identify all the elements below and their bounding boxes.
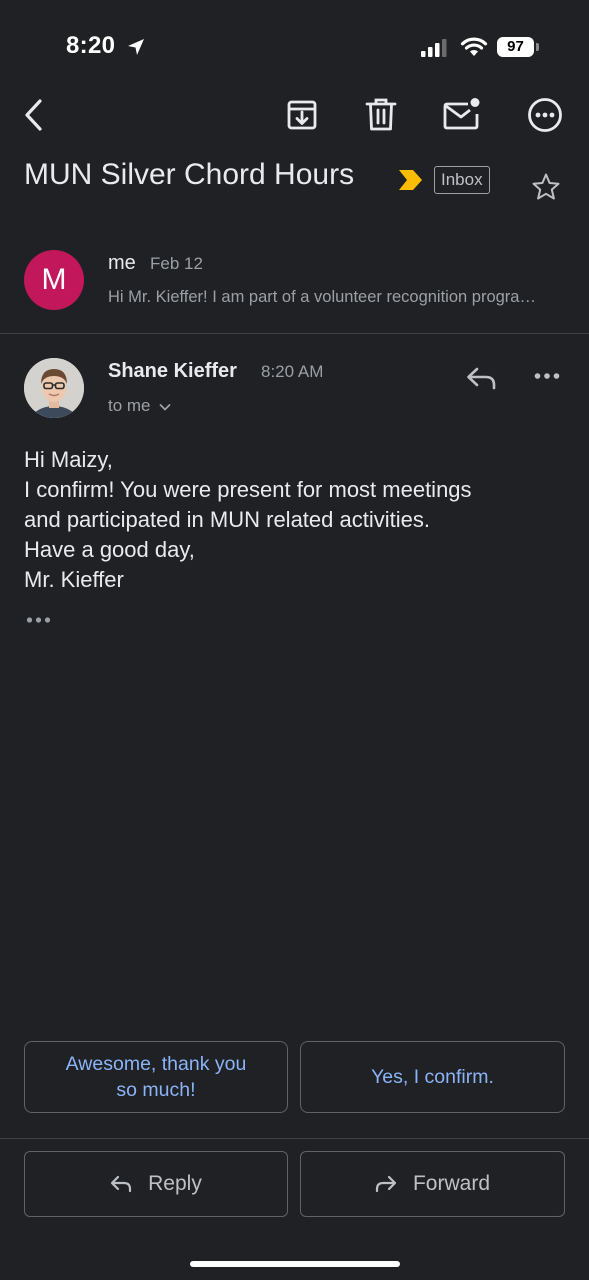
body-line: Have a good day,	[24, 537, 195, 562]
reply-label: Reply	[148, 1172, 202, 1195]
profile-photo-icon	[24, 358, 84, 418]
smart-reply-chip[interactable]: Yes, I confirm.	[300, 1041, 565, 1113]
avatar[interactable]: M	[24, 250, 84, 310]
battery-indicator: 97	[497, 37, 534, 57]
smart-reply-chip[interactable]: Awesome, thank you so much!	[24, 1041, 288, 1113]
forward-label: Forward	[412, 1172, 491, 1195]
inbox-label-badge[interactable]: Inbox	[434, 166, 490, 194]
sender-name: me	[108, 252, 136, 274]
chip-label: Yes, I confirm.	[371, 1066, 494, 1088]
recipient-text: to me	[108, 396, 151, 415]
star-icon[interactable]	[531, 172, 561, 202]
chip-label-line: Awesome, thank you	[65, 1053, 247, 1075]
message-more-icon[interactable]	[534, 372, 560, 380]
message-time: 8:20 AM	[261, 362, 324, 381]
battery-nub	[536, 43, 539, 51]
thread-subject: MUN Silver Chord Hours	[24, 158, 355, 191]
body-line: and participated in MUN related activiti…	[24, 507, 430, 532]
body-line: Hi Maizy,	[24, 447, 113, 472]
avatar[interactable]	[24, 358, 84, 418]
wifi-icon	[460, 37, 488, 56]
forward-icon	[375, 1175, 397, 1193]
show-trimmed-content-icon[interactable]	[26, 616, 52, 624]
back-icon[interactable]	[22, 98, 46, 132]
chip-label-line: so much!	[116, 1079, 196, 1101]
divider	[0, 333, 589, 334]
reply-icon	[111, 1175, 132, 1193]
sender-name: Shane Kieffer	[108, 360, 237, 382]
message-date: Feb 12	[150, 254, 203, 273]
important-marker-icon[interactable]	[398, 169, 424, 191]
cellular-signal-icon	[421, 39, 447, 57]
trash-icon[interactable]	[364, 97, 398, 133]
archive-icon[interactable]	[285, 98, 319, 132]
message-snippet[interactable]: Hi Mr. Kieffer! I am part of a volunteer…	[108, 288, 548, 307]
reply-button[interactable]: Reply	[24, 1151, 288, 1217]
body-line: I confirm! You were present for most mee…	[24, 477, 472, 502]
forward-button[interactable]: Forward	[300, 1151, 565, 1217]
body-line: Mr. Kieffer	[24, 567, 124, 592]
status-time: 8:20	[66, 32, 116, 59]
message-body: Hi Maizy, I confirm! You were present fo…	[24, 445, 569, 595]
recipient-details-toggle[interactable]: to me	[108, 396, 171, 416]
reply-icon[interactable]	[466, 366, 498, 390]
more-icon[interactable]	[527, 97, 563, 133]
location-arrow-icon	[128, 39, 144, 55]
mark-unread-icon[interactable]	[442, 96, 482, 132]
divider	[0, 1138, 589, 1139]
home-indicator[interactable]	[190, 1261, 400, 1267]
chevron-down-icon	[159, 403, 171, 410]
